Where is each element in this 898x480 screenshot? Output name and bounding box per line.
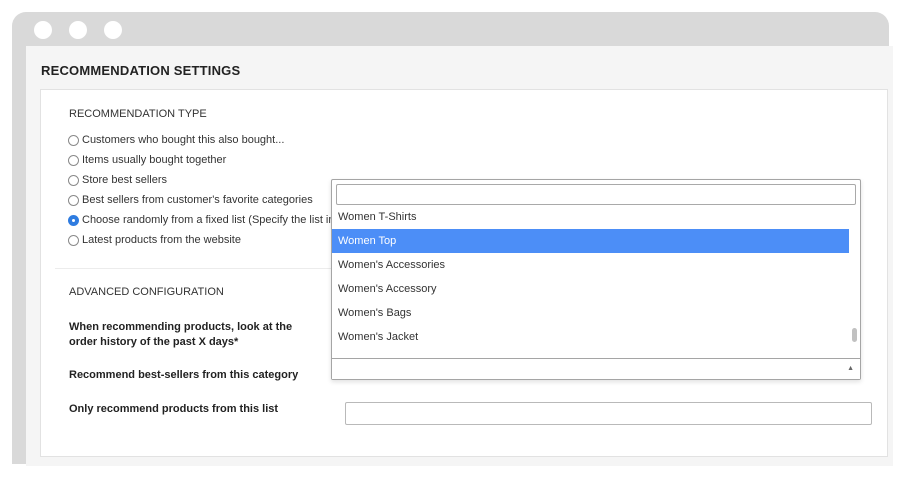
dropdown-option[interactable]: Women T-Shirts xyxy=(332,208,849,229)
radio-label: Store best sellers xyxy=(82,174,167,186)
dropdown-option[interactable]: Women's Jacket xyxy=(332,325,849,349)
radio-option-bought-together[interactable]: Items usually bought together xyxy=(68,152,226,168)
dropdown-search-input[interactable] xyxy=(336,184,856,205)
radio-option-store-best-sellers[interactable]: Store best sellers xyxy=(68,172,167,188)
category-dropdown[interactable]: Women T-Shirts Women Top Women's Accesso… xyxy=(331,179,861,380)
radio-button-checked[interactable] xyxy=(68,214,79,226)
dropdown-option[interactable]: Women's Accessories xyxy=(332,253,849,277)
window-control-dot[interactable] xyxy=(69,21,87,39)
scrollbar-thumb[interactable] xyxy=(852,328,857,342)
radio-button[interactable] xyxy=(68,234,79,246)
recommendation-type-heading: RECOMMENDATION TYPE xyxy=(69,108,207,120)
radio-option-also-bought[interactable]: Customers who bought this also bought... xyxy=(68,132,284,148)
radio-button[interactable] xyxy=(68,194,79,206)
section-title: RECOMMENDATION SETTINGS xyxy=(41,63,241,78)
caret-up-icon[interactable]: ▲ xyxy=(847,365,854,372)
radio-button[interactable] xyxy=(68,134,79,146)
radio-label: Customers who bought this also bought... xyxy=(82,134,285,146)
window-control-dot[interactable] xyxy=(104,21,122,39)
dropdown-scrollbar[interactable] xyxy=(850,208,860,358)
advanced-configuration-heading: ADVANCED CONFIGURATION xyxy=(69,286,224,298)
best-sellers-category-label: Recommend best-sellers from this categor… xyxy=(69,369,299,381)
window-control-dot[interactable] xyxy=(34,21,52,39)
window-titlebar xyxy=(12,12,889,46)
radio-label: Latest products from the website xyxy=(82,234,241,246)
radio-label: Choose randomly from a fixed list (Speci… xyxy=(82,214,350,226)
dropdown-option-highlighted[interactable]: Women Top xyxy=(332,229,849,253)
radio-option-fixed-list[interactable]: Choose randomly from a fixed list (Speci… xyxy=(68,212,350,228)
radio-button[interactable] xyxy=(68,174,79,186)
only-recommend-list-label: Only recommend products from this list xyxy=(69,403,279,415)
radio-option-favorite-categories[interactable]: Best sellers from customer's favorite ca… xyxy=(68,192,313,208)
radio-option-latest-products[interactable]: Latest products from the website xyxy=(68,232,241,248)
order-history-label: When recommending products, look at the … xyxy=(69,321,293,348)
category-select[interactable]: ▲ xyxy=(332,358,860,379)
only-recommend-list-input[interactable] xyxy=(345,402,872,425)
dropdown-option[interactable]: Women's Accessory xyxy=(332,277,849,301)
radio-button[interactable] xyxy=(68,154,79,166)
radio-label: Best sellers from customer's favorite ca… xyxy=(82,194,313,206)
dropdown-option[interactable]: Women's Bags xyxy=(332,301,849,325)
dropdown-option-list: Women T-Shirts Women Top Women's Accesso… xyxy=(332,208,849,358)
radio-label: Items usually bought together xyxy=(82,154,227,166)
